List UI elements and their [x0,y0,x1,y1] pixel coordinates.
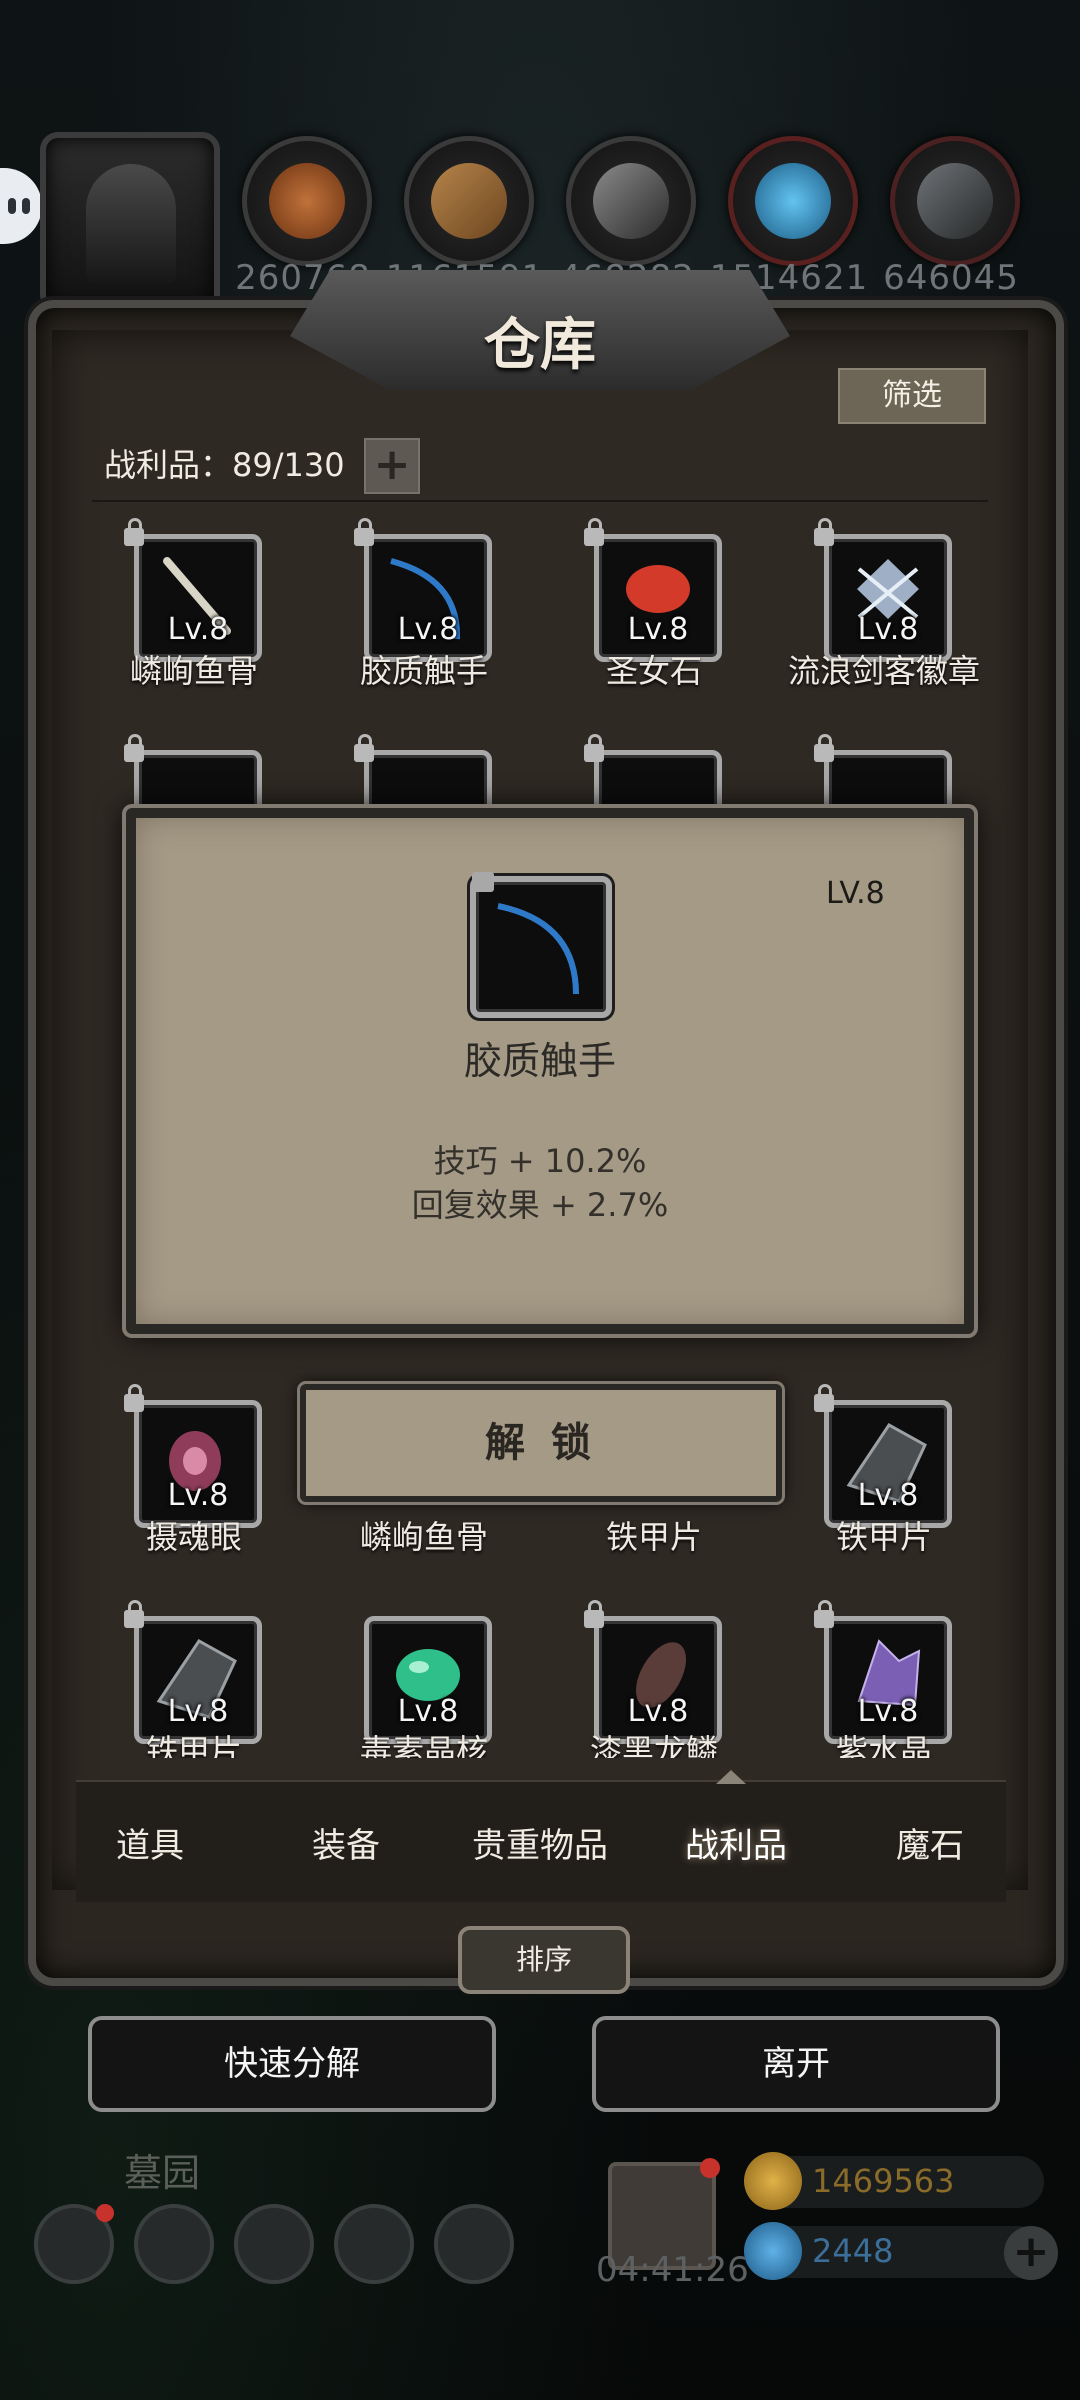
lock-icon [814,1600,834,1628]
page-title: 仓库 [484,313,596,378]
item-slot[interactable]: Lv.8 嶙峋鱼骨 [94,518,294,694]
item-name: 漆黑龙鳞 [589,1732,718,1758]
tab-loot[interactable]: 战利品 [646,1818,826,1867]
item-level: Lv.8 [397,1694,459,1729]
crystal-icon[interactable] [728,136,858,266]
gear-icon[interactable] [34,2204,114,2284]
lock-icon [124,1384,144,1412]
item-name: 毒素晶核 [359,1732,488,1758]
iron-icon[interactable] [890,136,1020,266]
popup-item-frame [470,876,612,1018]
item-level: Lv.8 [167,1694,229,1729]
item-name: 圣女石 [605,652,702,690]
sort-button[interactable]: 排序 [458,1926,630,1994]
leave-button[interactable]: 离开 [592,2016,1000,2112]
item-level: Lv.8 [397,612,459,647]
lock-icon [124,518,144,546]
gem-value: 2448 [812,2232,894,2270]
filter-button[interactable]: 筛选 [838,368,986,424]
gift-timer: 04:41:26 [596,2250,749,2290]
lock-icon [354,518,374,546]
item-slot[interactable]: Lv.8 铁甲片 [784,1384,984,1560]
lock-icon [472,872,494,892]
item-slot[interactable]: Lv.8 圣女石 [554,518,754,694]
tab-equipment[interactable]: 装备 [256,1818,436,1867]
star-icon[interactable] [134,2204,214,2284]
item-level: Lv.8 [857,1694,919,1729]
lock-icon [584,734,604,762]
item-level: Lv.8 [857,1478,919,1513]
tab-items[interactable]: 道具 [60,1818,240,1867]
gold-coin-icon [744,2152,802,2210]
tab-valuables[interactable]: 贵重物品 [450,1818,630,1867]
add-currency-button[interactable]: + [1004,2226,1058,2280]
gold-value: 1469563 [812,2162,955,2200]
popup-stat-line: 技巧 + 10.2% [433,1142,647,1180]
item-level: Lv.8 [627,1694,689,1729]
item-name: 流浪剑客徽章 [787,652,980,690]
item-slot[interactable]: Lv.8 毒素晶核 [324,1616,524,1776]
lock-icon [814,734,834,762]
lock-icon [584,518,604,546]
tab-magic-stone[interactable]: 魔石 [840,1818,1020,1867]
lock-icon [124,734,144,762]
gold-display: 1469563 [744,2152,1044,2210]
item-name: 紫水晶 [835,1732,932,1758]
item-level: Lv.8 [627,612,689,647]
tentacle-icon [497,903,579,995]
item-slot[interactable]: Lv.8 流浪剑客徽章 [784,518,984,694]
item-name: 嶙峋鱼骨 [359,1518,488,1556]
lock-icon [584,1600,604,1628]
iron-value: 646045 [883,258,1019,298]
lock-icon [354,734,374,762]
notification-dot [96,2204,114,2222]
popup-item-name: 胶质触手 [463,1039,616,1083]
item-name: 摄魂眼 [145,1518,242,1556]
item-name: 胶质触手 [359,652,488,690]
lock-icon [814,1384,834,1412]
avatar[interactable] [40,132,220,312]
item-slot[interactable]: Lv.8 胶质触手 [324,518,524,694]
stone-icon[interactable] [566,136,696,266]
item-name: 铁甲片 [835,1518,932,1556]
item-slot[interactable]: Lv.8 摄魂眼 [94,1384,294,1560]
mail-icon[interactable] [334,2204,414,2284]
item-name: 铁甲片 [605,1518,702,1556]
ghost-portrait-icon [86,164,176,284]
quick-decompose-button[interactable]: 快速分解 [88,2016,496,2112]
guild-icon[interactable] [234,2204,314,2284]
item-level: Lv.8 [167,1478,229,1513]
expand-capacity-button[interactable]: + [364,438,420,494]
area-label: 墓园 [124,2151,201,2195]
item-name: 铁甲片 [145,1732,242,1758]
popup-level: LV.8 [826,876,885,911]
gem-icon [744,2222,802,2280]
item-slot[interactable]: Lv.8 铁甲片 [94,1600,294,1776]
item-level: Lv.8 [167,612,229,647]
lock-icon [814,518,834,546]
unlock-button[interactable]: 解 锁 [300,1384,782,1502]
wood-icon[interactable] [404,136,534,266]
lock-icon [124,1600,144,1628]
meat-icon[interactable] [242,136,372,266]
popup-stat-line: 回复效果 + 2.7% [411,1186,669,1224]
loot-count: 战利品：89/130 [104,446,345,484]
item-slot[interactable]: Lv.8 紫水晶 [784,1600,984,1776]
notification-dot [700,2158,720,2178]
divider [92,500,988,502]
item-level: Lv.8 [857,612,919,647]
item-name: 嶙峋鱼骨 [129,652,258,690]
shield-icon[interactable] [434,2204,514,2284]
item-slot[interactable]: Lv.8 漆黑龙鳞 [554,1600,754,1776]
gem-display: 2448 [744,2222,1044,2280]
